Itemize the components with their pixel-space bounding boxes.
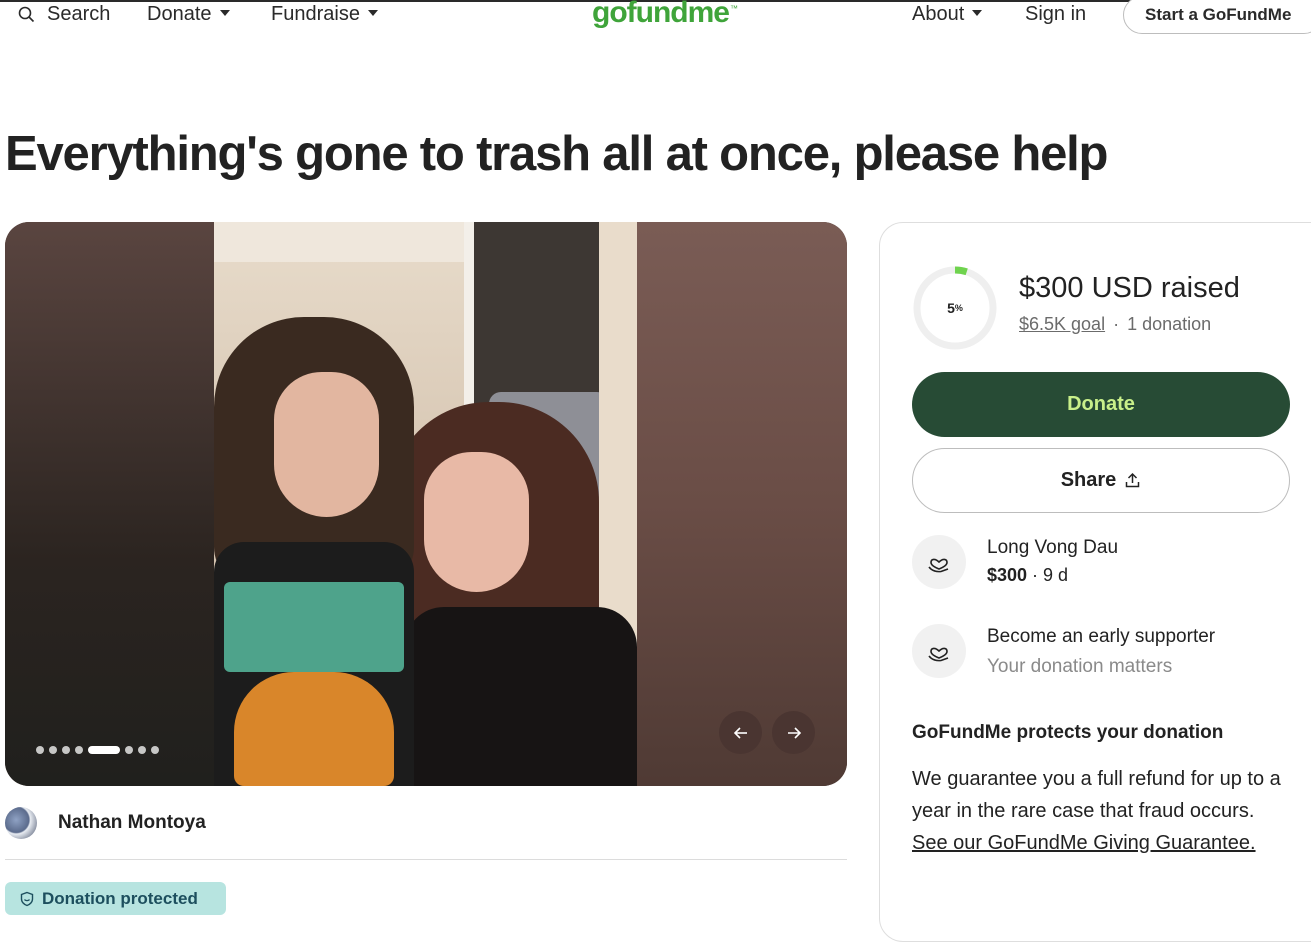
donor-name: Long Vong Dau	[987, 537, 1119, 558]
organizer-row[interactable]: Nathan Montoya	[5, 806, 206, 840]
search-link[interactable]: Search	[18, 0, 110, 28]
chevron-down-icon	[367, 10, 378, 16]
top-navigation: Search Donate Fundraise gofundme™ About …	[0, 0, 1311, 40]
share-upload-icon	[1126, 472, 1140, 488]
donation-count: 1 donation	[1127, 314, 1212, 334]
protection-text: We guarantee you a full refund for up to…	[912, 768, 1281, 822]
carousel-dot[interactable]	[138, 746, 146, 754]
campaign-image-carousel[interactable]	[5, 222, 847, 786]
early-supporter-prompt: Become an early supporter Your donation …	[912, 624, 1215, 684]
avatar	[5, 807, 37, 839]
campaign-photo	[214, 222, 637, 786]
gofundme-logo[interactable]: gofundme™	[592, 0, 738, 30]
carousel-dot[interactable]	[75, 746, 83, 754]
carousel-dot-active[interactable]	[88, 746, 120, 754]
heart-hand-icon	[912, 624, 966, 678]
donation-protected-label: Donation protected	[42, 888, 198, 908]
donate-menu-label: Donate	[147, 2, 212, 25]
donate-menu[interactable]: Donate	[147, 0, 230, 28]
donation-protected-badge[interactable]: Donation protected	[5, 882, 226, 915]
heart-hand-icon	[912, 535, 966, 589]
start-gofundme-label: Start a GoFundMe	[1145, 5, 1292, 24]
chevron-down-icon	[219, 10, 230, 16]
early-supporter-title: Become an early supporter	[987, 626, 1216, 647]
organizer-name: Nathan Montoya	[58, 812, 206, 833]
carousel-next-button[interactable]	[772, 711, 815, 754]
fundraise-menu-label: Fundraise	[271, 2, 360, 25]
carousel-prev-button[interactable]	[719, 711, 762, 754]
protection-title: GoFundMe protects your donation	[912, 722, 1224, 743]
share-button[interactable]: Share	[912, 448, 1290, 513]
divider	[5, 859, 847, 860]
recent-donation: Long Vong Dau $300 · 9 d	[912, 535, 1118, 595]
carousel-dot[interactable]	[36, 746, 44, 754]
about-menu[interactable]: About	[912, 0, 983, 28]
protection-body: We guarantee you a full refund for up to…	[912, 763, 1292, 859]
goal-separator: ·	[1113, 314, 1120, 334]
fundraise-menu[interactable]: Fundraise	[271, 0, 378, 28]
logo-trademark: ™	[729, 4, 738, 13]
search-icon	[18, 6, 35, 22]
arrow-right-icon	[787, 726, 801, 739]
donation-time: 9 d	[1043, 565, 1069, 585]
donate-button-label: Donate	[1067, 393, 1135, 415]
donation-meta: $300 · 9 d	[987, 565, 1118, 586]
progress-percent-symbol: %	[954, 303, 963, 313]
search-label: Search	[47, 2, 111, 25]
progress-percent: 5%	[912, 265, 998, 351]
arrow-left-icon	[733, 726, 747, 739]
amount-raised: $300 USD raised	[1019, 272, 1240, 304]
donation-sidebar-card: 5% $300 USD raised $6.5K goal · 1 donation…	[879, 222, 1311, 942]
carousel-dot[interactable]	[49, 746, 57, 754]
goal-line: $6.5K goal · 1 donation	[1019, 314, 1211, 335]
goal-link[interactable]: $6.5K goal	[1019, 314, 1105, 334]
share-button-label: Share	[1060, 469, 1117, 491]
donate-button[interactable]: Donate	[912, 372, 1290, 437]
shield-icon	[20, 891, 34, 906]
logo-text: gofundme	[592, 0, 730, 29]
sign-in-link[interactable]: Sign in	[1025, 0, 1086, 28]
donation-meta-separator: ·	[1027, 565, 1044, 585]
giving-guarantee-link[interactable]: See our GoFundMe Giving Guarantee.	[912, 832, 1256, 854]
early-supporter-subtitle: Your donation matters	[987, 656, 1173, 677]
sign-in-label: Sign in	[1025, 2, 1087, 25]
image-blur-right	[637, 222, 847, 786]
carousel-dot[interactable]	[62, 746, 70, 754]
carousel-dot[interactable]	[151, 746, 159, 754]
chevron-down-icon	[972, 10, 983, 16]
start-gofundme-button[interactable]: Start a GoFundMe	[1123, 0, 1311, 34]
donation-amount: $300	[987, 565, 1028, 585]
progress-percent-number: 5	[947, 300, 955, 316]
image-blur-left	[5, 222, 215, 786]
carousel-dot[interactable]	[125, 746, 133, 754]
carousel-indicators	[36, 746, 159, 754]
page-title: Everything's gone to trash all at once, …	[5, 127, 1108, 181]
about-menu-label: About	[912, 2, 965, 25]
